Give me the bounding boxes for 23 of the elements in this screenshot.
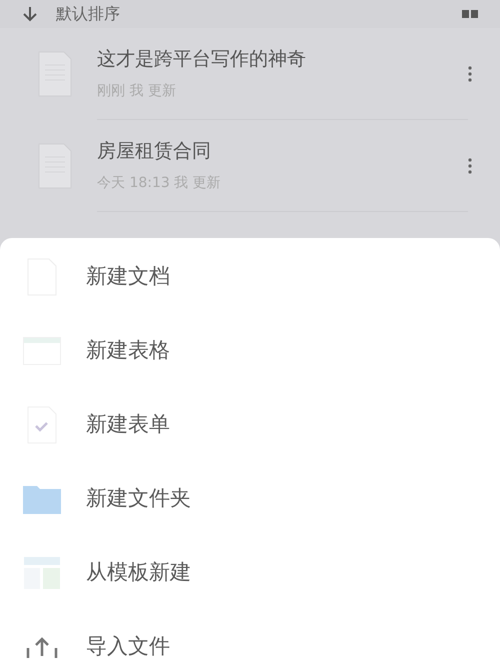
menu-label: 新建文档 xyxy=(86,263,170,290)
upload-icon xyxy=(25,636,59,658)
file-title[interactable]: 房屋租赁合同 xyxy=(97,136,468,166)
menu-label: 新建表单 xyxy=(86,411,170,438)
folder-icon xyxy=(23,484,61,514)
menu-item[interactable]: 从模板新建 xyxy=(0,536,500,610)
menu-item[interactable]: 新建文件夹 xyxy=(0,462,500,536)
sort-label[interactable]: 默认排序 xyxy=(56,2,120,26)
more-icon[interactable] xyxy=(468,66,472,82)
menu-item[interactable]: 新建文档 xyxy=(0,240,500,314)
checklist-icon xyxy=(27,406,57,444)
menu-label: 新建文件夹 xyxy=(86,485,191,512)
down-arrow-icon xyxy=(22,6,38,22)
menu-label: 从模板新建 xyxy=(86,559,191,586)
file-title[interactable]: 这才是跨平台写作的神奇 xyxy=(97,44,468,74)
menu-label: 新建表格 xyxy=(86,337,170,364)
menu-item[interactable]: 新建表格 xyxy=(0,314,500,388)
menu-label: 导入文件 xyxy=(86,633,170,660)
menu-item[interactable]: 新建表单 xyxy=(0,388,500,462)
menu-item[interactable]: 导入文件 xyxy=(0,610,500,666)
grid-view-icon[interactable] xyxy=(462,10,478,18)
more-icon[interactable] xyxy=(468,158,472,174)
template-icon xyxy=(24,557,60,589)
